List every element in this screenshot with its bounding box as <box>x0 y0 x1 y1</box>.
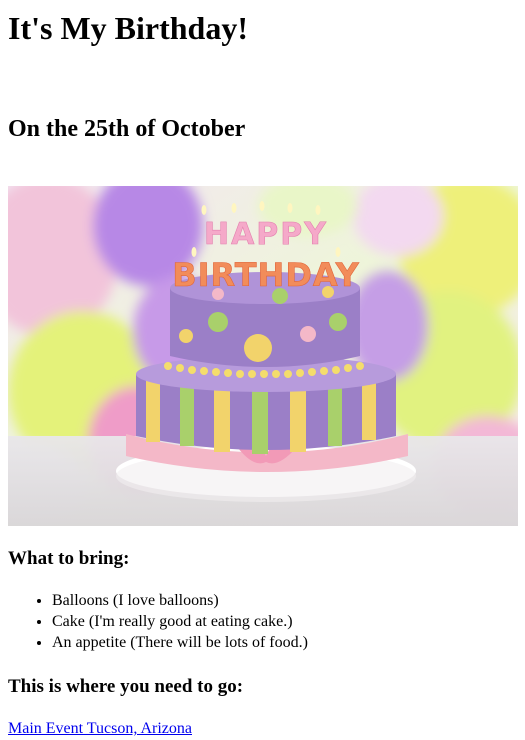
page-subtitle: On the 25th of October <box>8 116 246 142</box>
list-item: Cake (I'm really good at eating cake.) <box>52 611 308 632</box>
venue-link[interactable]: Main Event Tucson, Arizona <box>8 719 192 739</box>
list-item: An appetite (There will be lots of food.… <box>52 632 308 653</box>
birthday-cake-image: HAPPY BIRTHDAY <box>8 186 518 526</box>
page-title: It's My Birthday! <box>8 10 248 46</box>
location-heading: This is where you need to go: <box>8 676 244 697</box>
list-item: Balloons (I love balloons) <box>52 590 308 611</box>
what-to-bring-heading: What to bring: <box>8 548 130 569</box>
page-content: It's My Birthday! On the 25th of October <box>0 0 525 737</box>
cake-text-happy: HAPPY <box>204 217 328 252</box>
cake-text-birthday: BIRTHDAY <box>172 256 360 294</box>
bring-list: Balloons (I love balloons) Cake (I'm rea… <box>8 590 308 653</box>
